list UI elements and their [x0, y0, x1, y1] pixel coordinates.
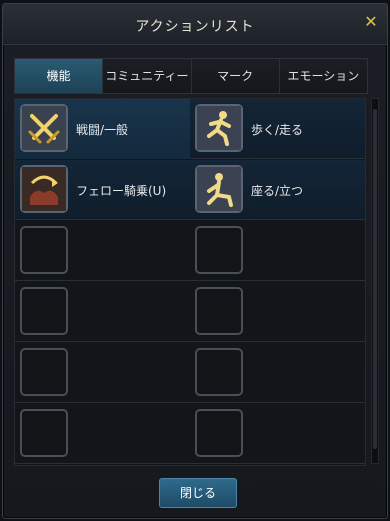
- action-list-window: アクションリスト ✕ 機能 コミュニティー マーク エモーション 戦闘/一般 歩…: [2, 3, 388, 519]
- empty-slot-cell[interactable]: [190, 404, 365, 464]
- action-label: 歩く/走る: [251, 123, 304, 137]
- empty-slot[interactable]: [20, 287, 68, 335]
- empty-slot[interactable]: [20, 348, 68, 396]
- action-label: 戦闘/一般: [76, 123, 129, 137]
- empty-slot[interactable]: [195, 409, 243, 457]
- action-label: 座る/立つ: [251, 184, 304, 198]
- close-icon[interactable]: ✕: [361, 12, 381, 32]
- empty-slot-cell[interactable]: [190, 221, 365, 281]
- action-list: 戦闘/一般 歩く/走る フェロー騎乗(U) 座る/立つ: [14, 98, 366, 466]
- action-row: [15, 221, 365, 281]
- empty-slot-cell[interactable]: [15, 282, 190, 342]
- title-bar: アクションリスト ✕: [3, 4, 387, 45]
- empty-slot-cell[interactable]: [15, 404, 190, 464]
- running-figure-icon: [195, 104, 243, 152]
- action-combat-general[interactable]: 戦闘/一般: [15, 99, 190, 159]
- empty-slot[interactable]: [195, 348, 243, 396]
- empty-slot-cell[interactable]: [190, 282, 365, 342]
- scrollbar[interactable]: [371, 98, 379, 464]
- action-row: 戦闘/一般 歩く/走る: [15, 99, 365, 159]
- action-row: フェロー騎乗(U) 座る/立つ: [15, 160, 365, 220]
- crossed-swords-icon: [20, 104, 68, 152]
- action-row: [15, 404, 365, 464]
- tab-emotion[interactable]: エモーション: [279, 59, 367, 93]
- tab-function[interactable]: 機能: [15, 59, 104, 93]
- empty-slot-cell[interactable]: [15, 221, 190, 281]
- sitting-figure-icon: [195, 165, 243, 213]
- empty-slot-cell[interactable]: [15, 343, 190, 403]
- action-row: [15, 343, 365, 403]
- empty-slot[interactable]: [195, 226, 243, 274]
- empty-slot[interactable]: [20, 226, 68, 274]
- action-walk-run[interactable]: 歩く/走る: [190, 99, 365, 159]
- tab-community[interactable]: コミュニティー: [103, 59, 192, 93]
- empty-slot[interactable]: [20, 409, 68, 457]
- action-label: フェロー騎乗(U): [76, 184, 167, 198]
- action-sit-stand[interactable]: 座る/立つ: [190, 160, 365, 220]
- window-title: アクションリスト: [135, 19, 255, 35]
- tab-bar: 機能 コミュニティー マーク エモーション: [14, 58, 368, 94]
- action-row: [15, 282, 365, 342]
- empty-slot-cell[interactable]: [190, 343, 365, 403]
- tab-mark[interactable]: マーク: [191, 59, 280, 93]
- action-fellow-mount[interactable]: フェロー騎乗(U): [15, 160, 190, 220]
- scroll-thumb[interactable]: [373, 109, 377, 449]
- close-button[interactable]: 閉じる: [159, 478, 237, 508]
- mount-saddle-icon: [20, 165, 68, 213]
- empty-slot[interactable]: [195, 287, 243, 335]
